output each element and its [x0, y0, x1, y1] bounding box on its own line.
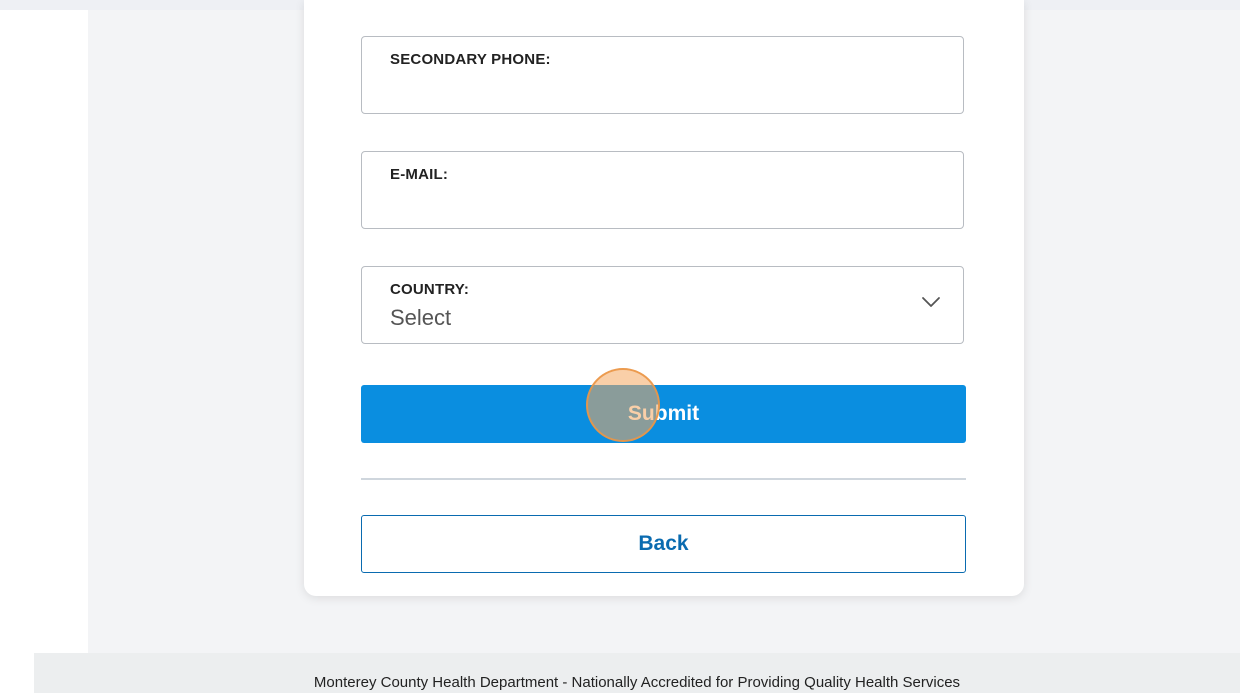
divider — [361, 478, 966, 480]
country-select[interactable]: COUNTRY: Select — [361, 266, 964, 344]
left-rail — [0, 10, 88, 653]
country-label: COUNTRY: — [390, 281, 470, 298]
email-label: E-MAIL: — [390, 166, 449, 183]
country-selected-value: Select — [390, 305, 452, 330]
back-button[interactable]: Back — [361, 515, 966, 573]
chevron-down-icon[interactable] — [921, 295, 941, 309]
secondary-phone-field[interactable]: SECONDARY PHONE: — [361, 36, 964, 114]
email-field[interactable]: E-MAIL: — [361, 151, 964, 229]
email-input[interactable] — [388, 190, 928, 218]
submit-button[interactable]: Submit — [361, 385, 966, 443]
secondary-phone-input[interactable] — [388, 75, 928, 103]
secondary-phone-label: SECONDARY PHONE: — [390, 51, 551, 68]
footer: Monterey County Health Department - Nati… — [34, 653, 1240, 693]
footer-text: Monterey County Health Department - Nati… — [313, 674, 961, 691]
